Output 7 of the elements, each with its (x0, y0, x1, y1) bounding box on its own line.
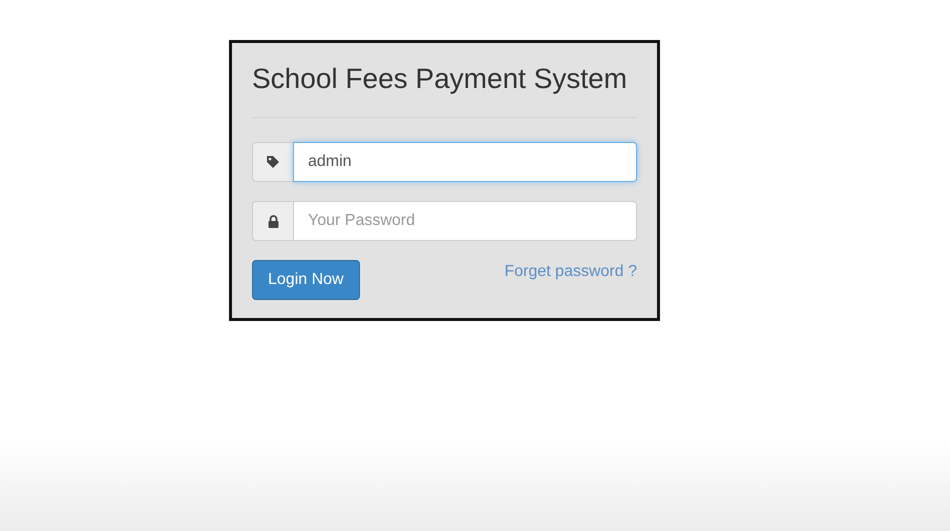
tag-icon (266, 155, 280, 169)
lock-icon (268, 214, 278, 228)
login-button[interactable]: Login Now (252, 260, 360, 300)
card-title: School Fees Payment System (252, 62, 628, 96)
forgot-password-link[interactable]: Forget password ? (504, 263, 637, 281)
password-field[interactable]: Your Password (293, 201, 637, 241)
username-field[interactable]: admin (293, 142, 637, 182)
